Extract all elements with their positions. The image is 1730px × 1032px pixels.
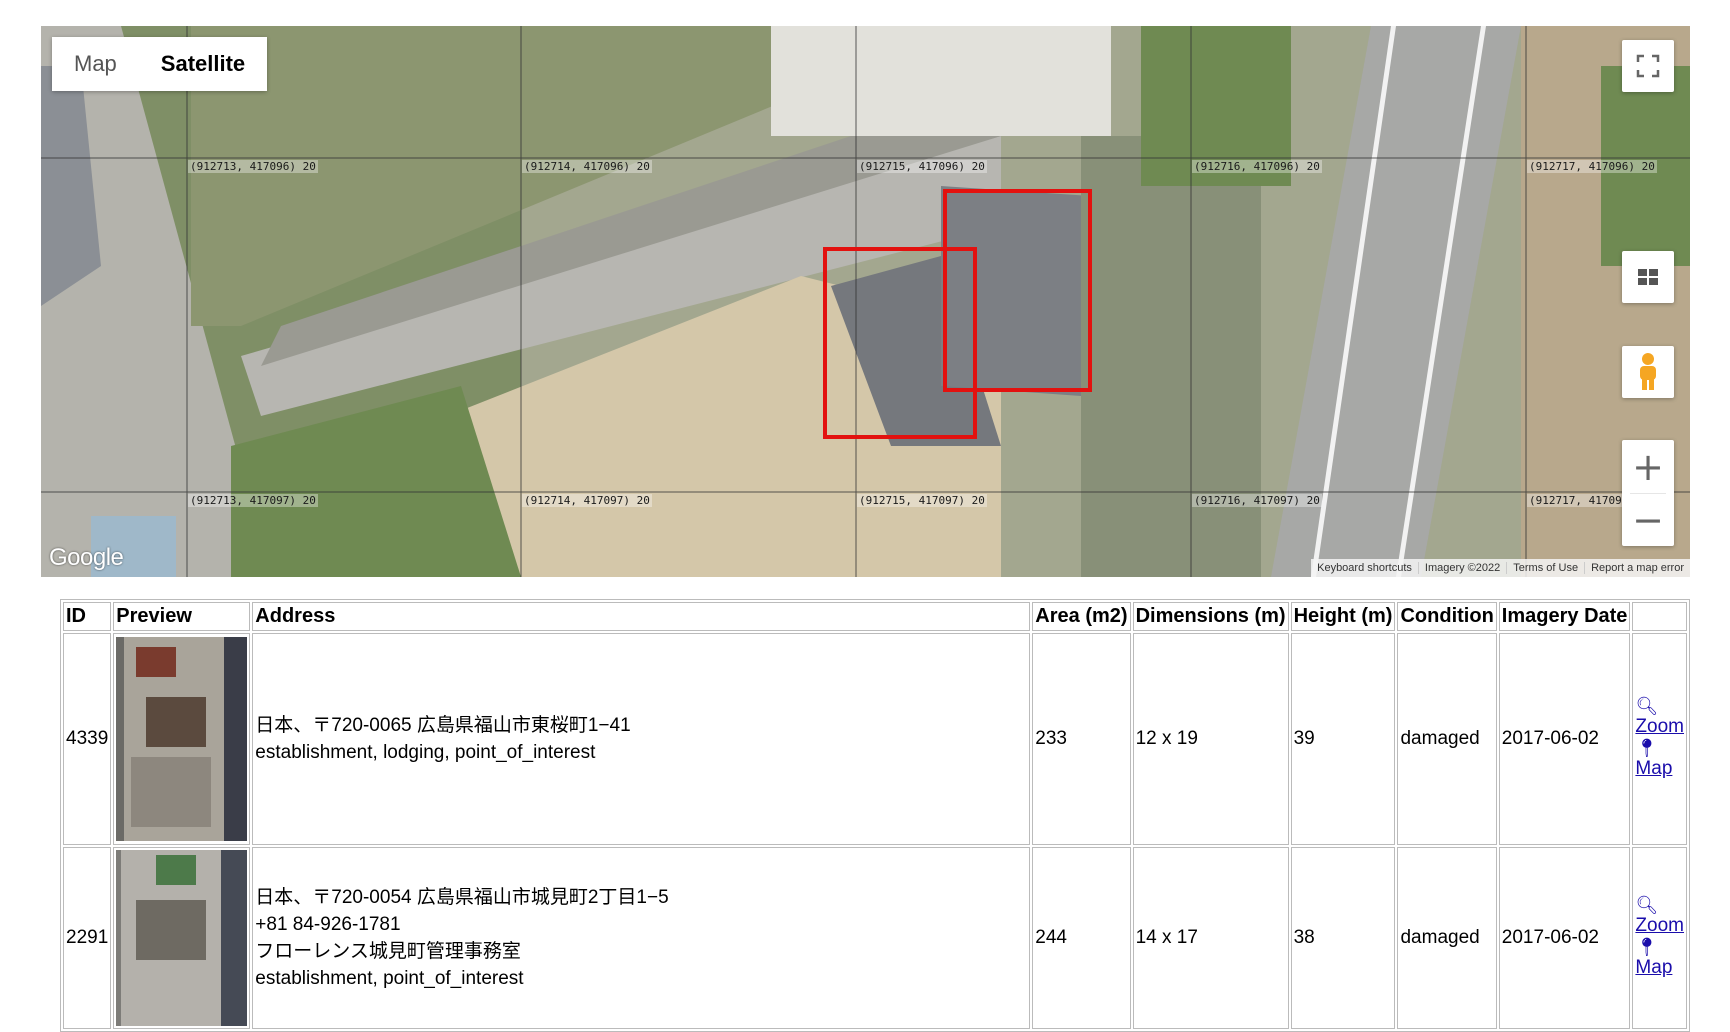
magnifier-icon: 🔍︎ (1635, 696, 1659, 716)
google-logo: Google (49, 544, 124, 571)
keyboard-shortcuts-link[interactable]: Keyboard shortcuts (1311, 562, 1418, 574)
grid-label: (912715, 417097) 20 (857, 494, 987, 507)
table-header-row: ID Preview Address Area (m2) Dimensions … (63, 602, 1687, 631)
minus-icon: − (1632, 497, 1664, 542)
grid-label: (912716, 417096) 20 (1192, 160, 1322, 173)
cell-preview (113, 633, 251, 845)
zoom-link[interactable]: Zoom (1635, 914, 1684, 938)
magnifier-icon: 🔍︎ (1635, 895, 1659, 915)
header-dimensions: Dimensions (m) (1132, 602, 1289, 631)
header-preview: Preview (113, 602, 251, 631)
grid-label: (912715, 417096) 20 (857, 160, 987, 173)
cell-dimensions: 12 x 19 (1132, 633, 1289, 845)
map-attribution: Keyboard shortcuts Imagery ©2022 Terms o… (1311, 559, 1690, 577)
zoom-out-button[interactable]: − (1622, 493, 1674, 546)
satellite-map[interactable]: (912713, 417096) 20 (912714, 417096) 20 … (41, 26, 1690, 577)
cell-id: 2291 (63, 847, 112, 1029)
cell-area: 233 (1032, 633, 1131, 845)
zoom-separator (1630, 493, 1666, 494)
cell-id: 4339 (63, 633, 112, 845)
table-row: 4339 日本、〒720-0065 広島県福山市東桜町1−41 establis… (63, 633, 1687, 845)
grid-label: (912717, 417096) 20 (1527, 160, 1657, 173)
cell-imagery-date: 2017-06-02 (1498, 633, 1631, 845)
results-table: ID Preview Address Area (m2) Dimensions … (60, 599, 1690, 1032)
cell-condition: damaged (1397, 847, 1497, 1029)
terms-of-use-link[interactable]: Terms of Use (1506, 562, 1584, 574)
header-address: Address (252, 602, 1031, 631)
grid-label: (912714, 417097) 20 (522, 494, 652, 507)
grid-label: (912713, 417097) 20 (188, 494, 318, 507)
header-height: Height (m) (1290, 602, 1396, 631)
address-line: 日本、〒720-0054 広島県福山市城見町2丁目1−5 (255, 887, 669, 908)
layers-button[interactable] (1622, 251, 1674, 303)
zoom-control: + − (1622, 440, 1674, 546)
header-area: Area (m2) (1032, 602, 1131, 631)
map-link[interactable]: Map (1635, 757, 1684, 781)
cell-height: 39 (1290, 633, 1396, 845)
place-types: establishment, point_of_interest (255, 968, 524, 989)
place-name: フローレンス城見町管理事務室 (255, 941, 521, 962)
header-id: ID (63, 602, 112, 631)
cell-actions: 🔍︎ Zoom 📍︎ Map (1632, 847, 1687, 1029)
cell-address: 日本、〒720-0065 広島県福山市東桜町1−41 establishment… (252, 633, 1031, 845)
cell-preview (113, 847, 251, 1029)
fullscreen-button[interactable] (1622, 40, 1674, 92)
cell-area: 244 (1032, 847, 1131, 1029)
cell-imagery-date: 2017-06-02 (1498, 847, 1631, 1029)
street-view-button[interactable] (1622, 346, 1674, 398)
header-condition: Condition (1397, 602, 1497, 631)
grid-label: (912714, 417096) 20 (522, 160, 652, 173)
cell-condition: damaged (1397, 633, 1497, 845)
table-row: 2291 日本、〒720-0054 広島県福山市城見町2丁目1−5 +81 84… (63, 847, 1687, 1029)
map-type-map-button[interactable]: Map (52, 37, 139, 91)
address-line: 日本、〒720-0065 広島県福山市東桜町1−41 (255, 715, 631, 736)
zoom-link[interactable]: Zoom (1635, 715, 1684, 739)
layers-grid-icon (1638, 269, 1658, 285)
zoom-in-button[interactable]: + (1622, 440, 1674, 493)
grid-label: (912713, 417096) 20 (188, 160, 318, 173)
cell-height: 38 (1290, 847, 1396, 1029)
phone-number: +81 84-926-1781 (255, 914, 401, 935)
cell-address: 日本、〒720-0054 広島県福山市城見町2丁目1−5 +81 84-926-… (252, 847, 1031, 1029)
header-actions (1632, 602, 1687, 631)
map-pin-icon: 📍︎ (1635, 738, 1659, 758)
cell-actions: 🔍︎ Zoom 📍︎ Map (1632, 633, 1687, 845)
map-type-satellite-button[interactable]: Satellite (138, 37, 268, 91)
fullscreen-icon (1636, 54, 1660, 78)
place-types: establishment, lodging, point_of_interes… (255, 742, 596, 763)
building-preview-image[interactable] (116, 850, 248, 1026)
building-preview-image[interactable] (116, 637, 248, 841)
grid-label: (912716, 417097) 20 (1192, 494, 1322, 507)
header-imagery-date: Imagery Date (1498, 602, 1631, 631)
report-map-error-link[interactable]: Report a map error (1584, 562, 1690, 574)
map-pin-icon: 📍︎ (1635, 937, 1659, 957)
map-link[interactable]: Map (1635, 956, 1684, 980)
pegman-icon (1640, 353, 1656, 390)
map-type-control: Map Satellite (52, 37, 268, 91)
imagery-credit: Imagery ©2022 (1417, 562, 1506, 574)
cell-dimensions: 14 x 17 (1132, 847, 1289, 1029)
plus-icon: + (1632, 444, 1664, 489)
